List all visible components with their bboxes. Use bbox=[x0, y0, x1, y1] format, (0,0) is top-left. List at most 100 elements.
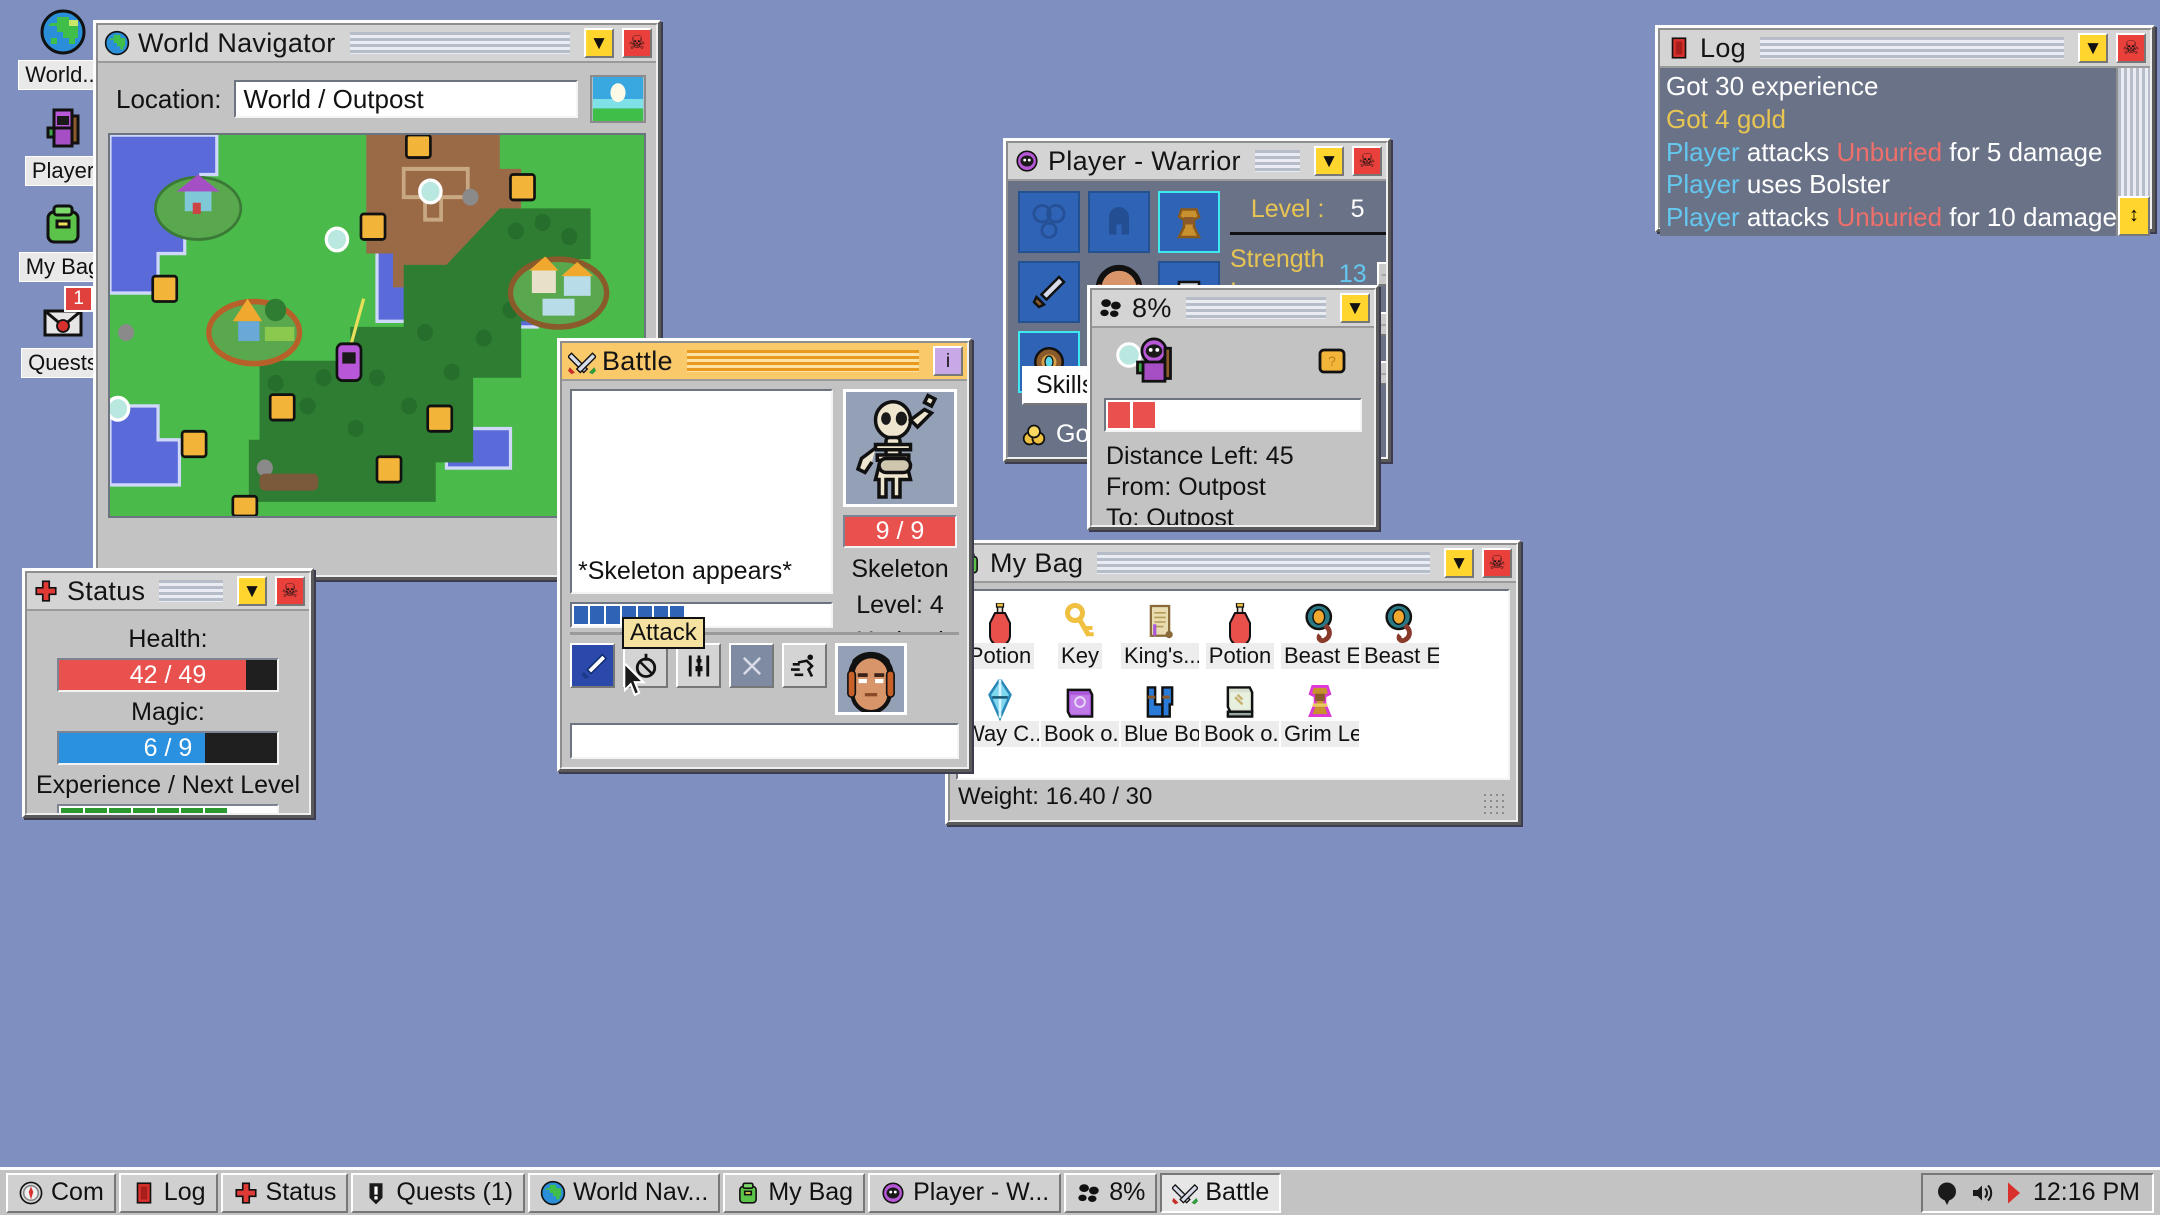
titlebar-grip[interactable] bbox=[1254, 150, 1300, 172]
play-icon[interactable] bbox=[2005, 1181, 2023, 1205]
taskbar-button-8[interactable]: 8% bbox=[1064, 1172, 1158, 1213]
scrollbar-thumb[interactable]: ↕ bbox=[2118, 195, 2150, 236]
leather-armor-icon bbox=[1298, 673, 1342, 721]
bag-item[interactable]: Blue Bo... bbox=[1120, 673, 1200, 747]
titlebar-grip[interactable] bbox=[1759, 37, 2064, 59]
window-log[interactable]: Log ▼ ☠ Got 30 experience Got 4 gold Playe… bbox=[1655, 25, 2155, 236]
bag-item-label: Book o... bbox=[1201, 721, 1279, 747]
minimize-button[interactable]: ▼ bbox=[237, 576, 267, 606]
enemy-panel: 9 / 9 Skeleton Level: 4 Undead bbox=[841, 389, 959, 632]
taskbar-button-player-w[interactable]: Player - W... bbox=[868, 1172, 1062, 1213]
bag-item[interactable]: Key bbox=[1040, 595, 1120, 669]
titlebar-travel[interactable]: 8% ▼ bbox=[1092, 290, 1374, 328]
minimize-button[interactable]: ▼ bbox=[584, 28, 614, 58]
mouse-cursor bbox=[624, 663, 646, 697]
bag-item-scroll[interactable]: PotionKeyKing's...PotionBeast E...Beast … bbox=[956, 589, 1510, 780]
minimize-button[interactable]: ▼ bbox=[2078, 33, 2108, 63]
skip-button[interactable] bbox=[729, 643, 774, 688]
titlebar-battle[interactable]: Battle i bbox=[562, 343, 967, 381]
minimize-button[interactable]: ▼ bbox=[1340, 293, 1370, 323]
level-value: 5 bbox=[1350, 195, 1365, 223]
taskbar-button-status[interactable]: Status bbox=[220, 1172, 349, 1213]
taskbar-button-label: Quests (1) bbox=[396, 1178, 514, 1206]
flee-button[interactable] bbox=[782, 643, 827, 688]
log-scrollbar[interactable]: ↕ bbox=[2116, 68, 2150, 236]
bag-item[interactable]: Beast E... bbox=[1280, 595, 1360, 669]
minimize-button[interactable]: ▼ bbox=[1444, 548, 1474, 578]
player-avatar-icon bbox=[39, 104, 87, 152]
weapon-slot[interactable] bbox=[1018, 261, 1080, 323]
close-button[interactable]: ☠ bbox=[2116, 33, 2146, 63]
weather-thumbnail bbox=[590, 75, 646, 123]
titlebar-grip[interactable] bbox=[349, 32, 570, 54]
scrollbar-track[interactable] bbox=[2118, 68, 2150, 196]
turn-cell bbox=[606, 606, 620, 624]
close-button[interactable]: ☠ bbox=[622, 28, 652, 58]
taskbar-button-battle[interactable]: Battle bbox=[1160, 1172, 1282, 1213]
bag-item[interactable]: Way C... bbox=[960, 673, 1040, 747]
bag-item[interactable]: Book o... bbox=[1200, 673, 1280, 747]
level-label: Level : bbox=[1250, 195, 1325, 223]
window-status[interactable]: Status ▼ ☠ Health: 42 / 49 Magic: 6 / 9 … bbox=[22, 568, 314, 818]
bag-item[interactable]: Grim Le... bbox=[1280, 673, 1360, 747]
bag-item-label: Potion bbox=[965, 643, 1035, 669]
titlebar-log[interactable]: Log ▼ ☠ bbox=[1660, 30, 2150, 68]
player-avatar-icon bbox=[1014, 148, 1040, 174]
divider bbox=[1230, 232, 1386, 235]
titlebar-mybag[interactable]: My Bag ▼ ☠ bbox=[950, 545, 1516, 583]
titlebar-grip[interactable] bbox=[1097, 552, 1430, 574]
battle-action-row: Attack bbox=[570, 617, 959, 715]
titlebar-grip[interactable] bbox=[686, 350, 919, 372]
taskbar-button-label: World Nav... bbox=[573, 1178, 709, 1206]
experience-cell bbox=[85, 808, 107, 813]
travel-lane: ? bbox=[1100, 336, 1366, 398]
travel-progress-cell bbox=[1108, 402, 1130, 428]
info-button[interactable]: i bbox=[933, 346, 963, 376]
bag-item[interactable]: Potion bbox=[960, 595, 1040, 669]
balloon-icon[interactable] bbox=[1935, 1181, 1959, 1205]
taskbar-button-log[interactable]: Log bbox=[118, 1172, 218, 1213]
increase-stat-button[interactable] bbox=[1376, 262, 1386, 286]
minimize-button[interactable]: ▼ bbox=[1314, 146, 1344, 176]
titlebar-status[interactable]: Status ▼ ☠ bbox=[27, 573, 309, 611]
bag-weight: Weight: 16.40 / 30 bbox=[958, 783, 1153, 810]
compass-icon bbox=[18, 1180, 44, 1206]
window-mybag[interactable]: My Bag ▼ ☠ Potion Key King's... Potion Beast… bbox=[945, 540, 1521, 825]
window-battle[interactable]: Battle i *Skeleton appears* 9 / 9 Skelet… bbox=[557, 338, 972, 772]
helmet-slot[interactable] bbox=[1088, 191, 1150, 253]
turn-cell bbox=[590, 606, 604, 624]
bag-item[interactable]: Book o... bbox=[1040, 673, 1120, 747]
taskbar-button-my-bag[interactable]: My Bag bbox=[723, 1172, 866, 1213]
battle-command-input[interactable] bbox=[570, 723, 959, 759]
close-button[interactable]: ☠ bbox=[275, 576, 305, 606]
armor-slot[interactable] bbox=[1158, 191, 1220, 253]
bag-item[interactable]: Potion bbox=[1200, 595, 1280, 669]
close-button[interactable]: ☠ bbox=[1352, 146, 1382, 176]
bag-item[interactable]: King's... bbox=[1120, 595, 1200, 669]
titlebar-grip[interactable] bbox=[159, 580, 223, 602]
crossed-swords-icon bbox=[1172, 1180, 1199, 1206]
experience-cell bbox=[109, 808, 131, 813]
attack-button[interactable]: Attack bbox=[570, 617, 705, 697]
titlebar-world-navigator[interactable]: World Navigator ▼ ☠ bbox=[98, 25, 656, 63]
location-input[interactable]: World / Outpost bbox=[233, 80, 578, 118]
resize-grip[interactable] bbox=[1482, 792, 1508, 814]
taskbar-button-label: My Bag bbox=[768, 1178, 854, 1206]
window-title: My Bag bbox=[990, 547, 1084, 578]
item-button[interactable] bbox=[676, 643, 721, 688]
log-line: Player attacks Unburied for 10 damage bbox=[1666, 202, 2116, 232]
taskbar-button-com[interactable]: Com bbox=[6, 1172, 116, 1213]
red-cross-icon bbox=[233, 1180, 259, 1206]
titlebar-grip[interactable] bbox=[1185, 297, 1326, 319]
speaker-icon[interactable] bbox=[1969, 1181, 1995, 1205]
gold-coins-icon bbox=[1022, 424, 1046, 445]
window-travel[interactable]: 8% ▼ ? Distance Left: 45 From: Outpost T… bbox=[1087, 285, 1379, 530]
taskbar-button-quests-1[interactable]: Quests (1) bbox=[351, 1172, 526, 1213]
window-title: Player - Warrior bbox=[1048, 145, 1241, 176]
amulet-slot[interactable] bbox=[1018, 191, 1080, 253]
taskbar-button-world-nav[interactable]: World Nav... bbox=[528, 1172, 721, 1213]
magic-value: 6 / 9 bbox=[143, 733, 193, 762]
bag-item[interactable]: Beast E... bbox=[1360, 595, 1440, 669]
titlebar-player[interactable]: Player - Warrior ▼ ☠ bbox=[1008, 143, 1386, 181]
close-button[interactable]: ☠ bbox=[1482, 548, 1512, 578]
